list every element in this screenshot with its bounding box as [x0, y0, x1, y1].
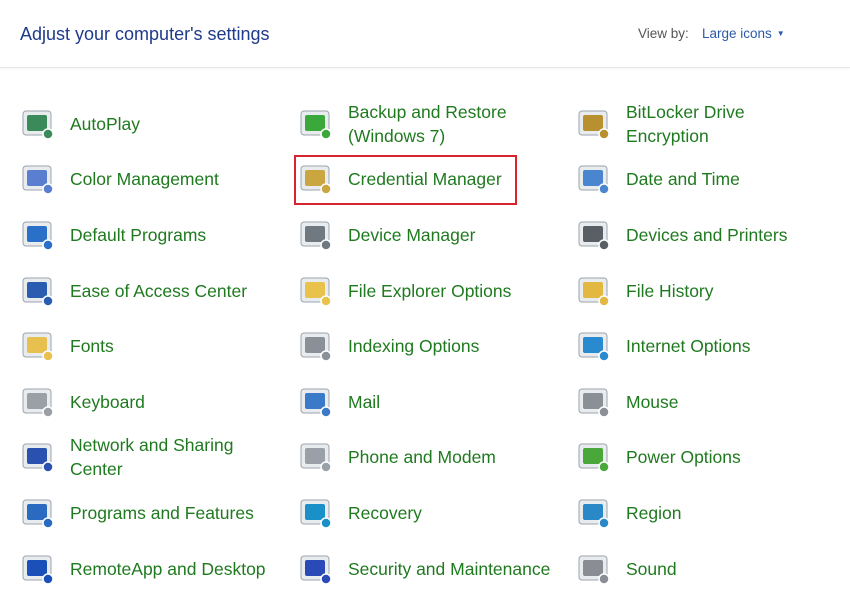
item-label: Backup and Restore (Windows 7): [348, 101, 507, 146]
item-mail[interactable]: Mail: [298, 374, 576, 430]
item-devices-printers[interactable]: Devices and Printers: [576, 207, 850, 263]
page-title: Adjust your computer's settings: [20, 24, 270, 44]
item-file-explorer-options[interactable]: File Explorer Options: [298, 263, 576, 319]
item-label: Network and Sharing Center: [70, 435, 234, 480]
item-bitlocker[interactable]: BitLocker Drive Encryption: [576, 96, 850, 152]
item-ease-of-access[interactable]: Ease of Access Center: [20, 263, 298, 319]
item-region[interactable]: Region: [576, 485, 850, 541]
item-label: Mail: [348, 391, 381, 412]
item-label: Programs and Features: [70, 502, 254, 523]
phone-modem-icon: [298, 439, 334, 475]
item-label: Keyboard: [70, 391, 145, 412]
item-autoplay[interactable]: AutoPlay: [20, 96, 298, 152]
item-phone-modem[interactable]: Phone and Modem: [298, 430, 576, 486]
header: Adjust your computer's settings View by:…: [0, 0, 850, 68]
item-label: File History: [626, 280, 714, 301]
item-label: Ease of Access Center: [70, 280, 248, 301]
item-label: Region: [626, 502, 682, 523]
item-label: Internet Options: [626, 336, 751, 357]
item-label: Sound: [626, 558, 677, 579]
sound-icon: [576, 551, 612, 587]
item-programs-features[interactable]: Programs and Features: [20, 485, 298, 541]
item-label: Recovery: [348, 502, 422, 523]
item-device-manager[interactable]: Device Manager: [298, 207, 576, 263]
default-programs-icon: [20, 217, 56, 253]
devices-printers-icon: [576, 217, 612, 253]
keyboard-icon: [20, 384, 56, 420]
item-label: Fonts: [70, 336, 114, 357]
item-internet-options[interactable]: Internet Options: [576, 318, 850, 374]
item-keyboard[interactable]: Keyboard: [20, 374, 298, 430]
item-indexing-options[interactable]: Indexing Options: [298, 318, 576, 374]
mail-icon: [298, 384, 334, 420]
security-maintenance-icon: [298, 551, 334, 587]
date-time-icon: [576, 161, 612, 197]
recovery-icon: [298, 495, 334, 531]
item-sound[interactable]: Sound: [576, 541, 850, 596]
remoteapp-icon: [20, 551, 56, 587]
region-icon: [576, 495, 612, 531]
network-sharing-icon: [20, 439, 56, 475]
item-security-maintenance[interactable]: Security and Maintenance: [298, 541, 576, 596]
device-manager-icon: [298, 217, 334, 253]
file-history-icon: [576, 273, 612, 309]
mouse-icon: [576, 384, 612, 420]
color-management-icon: [20, 161, 56, 197]
item-label: Date and Time: [626, 169, 740, 190]
item-file-history[interactable]: File History: [576, 263, 850, 319]
view-by-value: Large icons: [702, 26, 772, 41]
item-backup-restore[interactable]: Backup and Restore (Windows 7): [298, 96, 576, 152]
item-fonts[interactable]: Fonts: [20, 318, 298, 374]
item-label: Default Programs: [70, 224, 207, 245]
item-label: AutoPlay: [70, 113, 141, 134]
item-label: Color Management: [70, 169, 219, 190]
item-recovery[interactable]: Recovery: [298, 485, 576, 541]
item-label: BitLocker Drive Encryption: [626, 101, 745, 146]
item-label: Security and Maintenance: [348, 558, 551, 579]
item-label: Devices and Printers: [626, 224, 788, 245]
backup-restore-icon: [298, 106, 334, 142]
item-date-time[interactable]: Date and Time: [576, 152, 850, 208]
ease-of-access-icon: [20, 273, 56, 309]
item-color-management[interactable]: Color Management: [20, 152, 298, 208]
item-label: Mouse: [626, 391, 679, 412]
item-default-programs[interactable]: Default Programs: [20, 207, 298, 263]
item-remoteapp[interactable]: RemoteApp and Desktop: [20, 541, 298, 596]
item-power-options[interactable]: Power Options: [576, 430, 850, 486]
item-label: Indexing Options: [348, 336, 480, 357]
fonts-icon: [20, 328, 56, 364]
power-options-icon: [576, 439, 612, 475]
view-by-label: View by:: [638, 26, 689, 41]
highlight-box: [294, 155, 517, 205]
item-label: File Explorer Options: [348, 280, 512, 301]
item-label: RemoteApp and Desktop: [70, 558, 266, 579]
indexing-options-icon: [298, 328, 334, 364]
item-label: Power Options: [626, 447, 741, 468]
view-by-dropdown[interactable]: Large icons ▼: [702, 26, 785, 41]
item-network-sharing[interactable]: Network and Sharing Center: [20, 430, 298, 486]
caret-down-icon: ▼: [776, 29, 785, 38]
programs-features-icon: [20, 495, 56, 531]
autoplay-icon: [20, 106, 56, 142]
internet-options-icon: [576, 328, 612, 364]
item-label: Device Manager: [348, 224, 476, 245]
item-label: Phone and Modem: [348, 447, 496, 468]
item-mouse[interactable]: Mouse: [576, 374, 850, 430]
bitlocker-icon: [576, 106, 612, 142]
file-explorer-options-icon: [298, 273, 334, 309]
